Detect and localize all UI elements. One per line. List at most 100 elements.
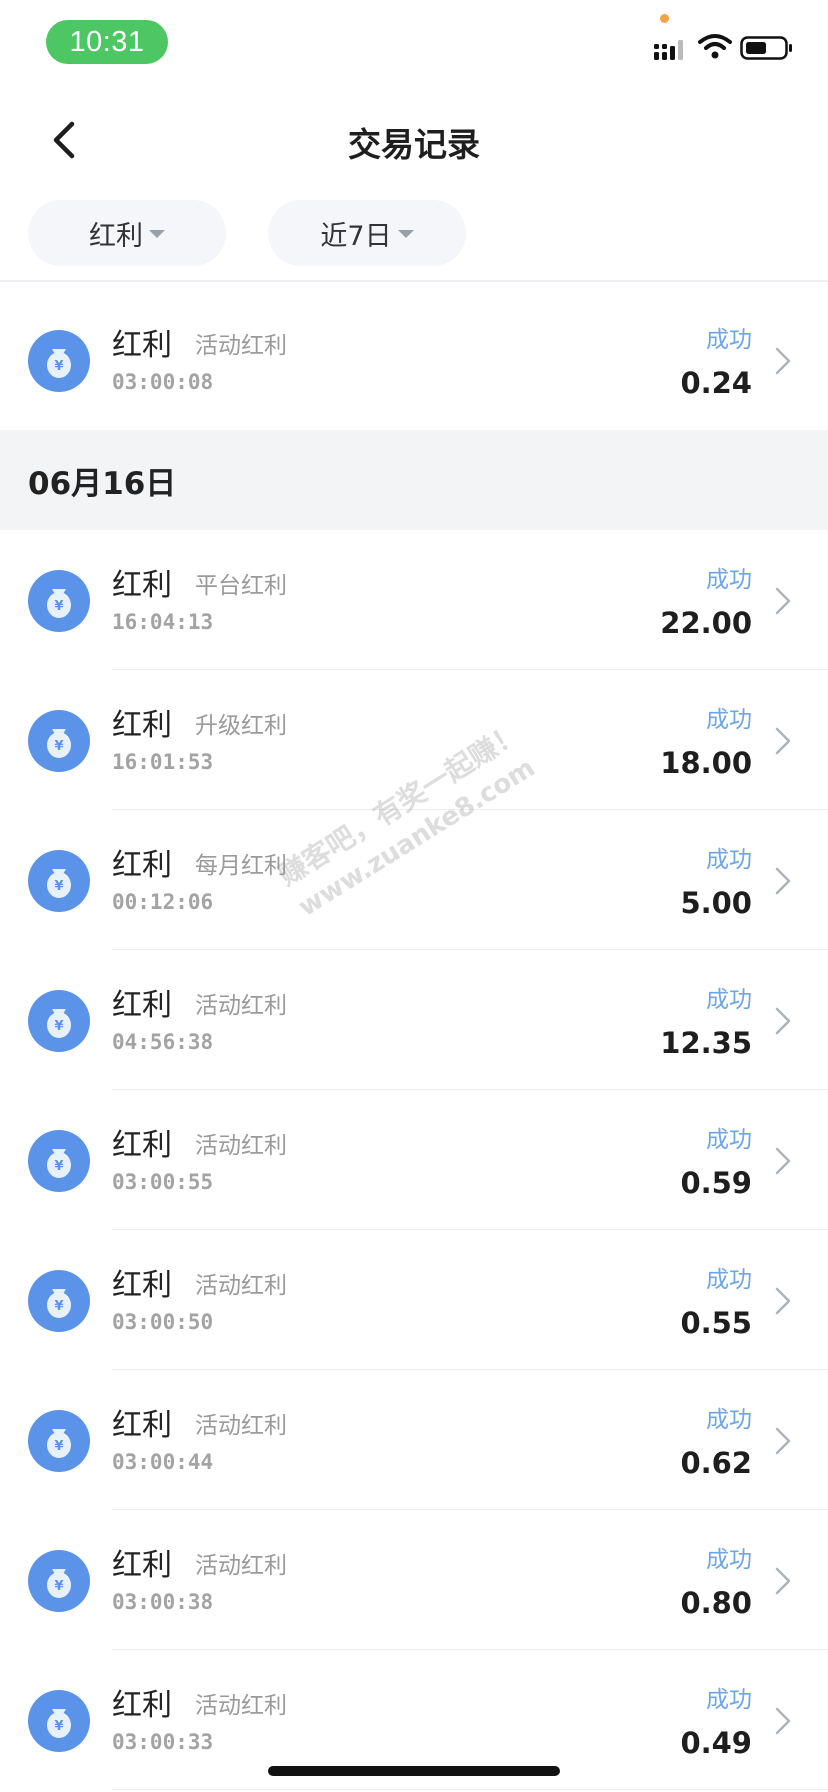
chevron-right-icon — [775, 1287, 791, 1315]
money-bag-icon: ¥ — [28, 1550, 90, 1612]
row-title: 红利 — [112, 1408, 172, 1443]
status-bar: 10:31 — [0, 0, 828, 88]
date-group-rows: ¥ 红利 平台红利 16:04:13 成功 22.00 ¥ 红利 升级红利 16… — [0, 530, 828, 1790]
row-status: 成功 — [706, 1267, 752, 1293]
svg-text:¥: ¥ — [54, 1719, 63, 1734]
battery-icon — [740, 36, 792, 60]
row-amount: 22.00 — [660, 606, 752, 640]
row-time: 03:00:50 — [112, 1310, 214, 1334]
row-title: 红利 — [112, 1268, 172, 1303]
row-title: 红利 — [112, 568, 172, 603]
row-amount: 0.24 — [680, 366, 752, 400]
filter-bar: 红利 近7日 — [0, 198, 828, 282]
svg-text:¥: ¥ — [54, 1579, 63, 1594]
svg-text:¥: ¥ — [54, 1019, 63, 1034]
caret-down-icon — [149, 230, 165, 238]
row-subtitle: 每月红利 — [195, 853, 287, 879]
row-amount: 0.49 — [680, 1726, 752, 1760]
row-time: 16:04:13 — [112, 610, 214, 634]
row-title: 红利 — [112, 1548, 172, 1583]
money-bag-icon: ¥ — [28, 850, 90, 912]
status-time: 10:31 — [46, 20, 168, 64]
wifi-icon — [698, 34, 732, 59]
svg-text:¥: ¥ — [54, 359, 63, 374]
money-bag-icon: ¥ — [28, 570, 90, 632]
caret-down-icon — [397, 230, 414, 238]
row-subtitle: 活动红利 — [195, 1413, 287, 1439]
row-amount: 0.59 — [680, 1166, 752, 1200]
row-title: 红利 — [112, 1688, 172, 1723]
chevron-right-icon — [775, 867, 791, 895]
svg-text:¥: ¥ — [54, 1299, 63, 1314]
row-status: 成功 — [706, 707, 752, 733]
transaction-row[interactable]: ¥ 红利 活动红利 04:56:38 成功 12.35 — [0, 950, 828, 1090]
chevron-right-icon — [775, 1147, 791, 1175]
row-title: 红利 — [112, 1128, 172, 1163]
row-status: 成功 — [706, 1547, 752, 1573]
chevron-right-icon — [775, 1567, 791, 1595]
row-time: 03:00:55 — [112, 1170, 214, 1194]
row-status: 成功 — [706, 1687, 752, 1713]
transaction-row[interactable]: ¥ 红利 活动红利 03:00:38 成功 0.80 — [0, 1510, 828, 1650]
row-title: 红利 — [112, 328, 172, 363]
row-status: 成功 — [706, 847, 752, 873]
row-time: 03:00:08 — [112, 370, 214, 394]
svg-text:¥: ¥ — [54, 599, 63, 614]
row-time: 00:12:06 — [112, 890, 214, 914]
row-subtitle: 活动红利 — [195, 1693, 287, 1719]
transaction-row[interactable]: ¥ 红利 升级红利 16:01:53 成功 18.00 — [0, 670, 828, 810]
row-subtitle: 活动红利 — [195, 333, 287, 359]
screen: 10:31 交易记录 红利 近7日 ¥ 红利 活动红利 03:00:08 成功 … — [0, 0, 828, 1792]
row-amount: 18.00 — [660, 746, 752, 780]
row-time: 16:01:53 — [112, 750, 214, 774]
type-filter-dropdown[interactable]: 红利 — [28, 200, 226, 266]
row-subtitle: 平台红利 — [195, 573, 287, 599]
svg-text:¥: ¥ — [54, 1159, 63, 1174]
transaction-row[interactable]: ¥ 红利 活动红利 03:00:08 成功 0.24 — [0, 290, 828, 430]
row-amount: 5.00 — [680, 886, 752, 920]
row-status: 成功 — [706, 567, 752, 593]
date-group-header: 06月16日 — [0, 430, 828, 530]
row-subtitle: 活动红利 — [195, 993, 287, 1019]
money-bag-icon: ¥ — [28, 330, 90, 392]
transaction-row[interactable]: ¥ 红利 活动红利 03:00:50 成功 0.55 — [0, 1230, 828, 1370]
home-indicator — [268, 1766, 560, 1776]
chevron-right-icon — [775, 1427, 791, 1455]
nav-bar: 交易记录 — [0, 88, 828, 198]
row-time: 03:00:44 — [112, 1450, 214, 1474]
signal-icon — [654, 40, 683, 60]
row-subtitle: 升级红利 — [195, 713, 287, 739]
money-bag-icon: ¥ — [28, 1130, 90, 1192]
row-title: 红利 — [112, 988, 172, 1023]
row-status: 成功 — [706, 987, 752, 1013]
privacy-indicator-dot — [660, 14, 669, 23]
svg-text:¥: ¥ — [54, 739, 63, 754]
row-subtitle: 活动红利 — [195, 1553, 287, 1579]
chevron-right-icon — [775, 727, 791, 755]
chevron-right-icon — [775, 347, 791, 375]
money-bag-icon: ¥ — [28, 1690, 90, 1752]
row-amount: 12.35 — [660, 1026, 752, 1060]
row-time: 03:00:38 — [112, 1590, 214, 1614]
transaction-row[interactable]: ¥ 红利 活动红利 03:00:44 成功 0.62 — [0, 1370, 828, 1510]
row-title: 红利 — [112, 848, 172, 883]
filter-divider — [0, 280, 828, 282]
transaction-row[interactable]: ¥ 红利 每月红利 00:12:06 成功 5.00 — [0, 810, 828, 950]
row-time: 04:56:38 — [112, 1030, 214, 1054]
page-title: 交易记录 — [348, 125, 480, 164]
transaction-row[interactable]: ¥ 红利 活动红利 03:00:55 成功 0.59 — [0, 1090, 828, 1230]
period-filter-dropdown[interactable]: 近7日 — [268, 200, 466, 266]
chevron-right-icon — [775, 1707, 791, 1735]
transaction-row[interactable]: ¥ 红利 平台红利 16:04:13 成功 22.00 — [0, 530, 828, 670]
row-status: 成功 — [706, 327, 752, 353]
money-bag-icon: ¥ — [28, 1270, 90, 1332]
svg-text:¥: ¥ — [54, 1439, 63, 1454]
type-filter-label: 红利 — [89, 220, 143, 252]
period-filter-label: 近7日 — [320, 220, 392, 252]
row-status: 成功 — [706, 1127, 752, 1153]
money-bag-icon: ¥ — [28, 1410, 90, 1472]
transaction-list: ¥ 红利 活动红利 03:00:08 成功 0.24 06月16日 ¥ 红利 平… — [0, 290, 828, 1790]
row-amount: 0.80 — [680, 1586, 752, 1620]
svg-text:¥: ¥ — [54, 879, 63, 894]
row-subtitle: 活动红利 — [195, 1273, 287, 1299]
